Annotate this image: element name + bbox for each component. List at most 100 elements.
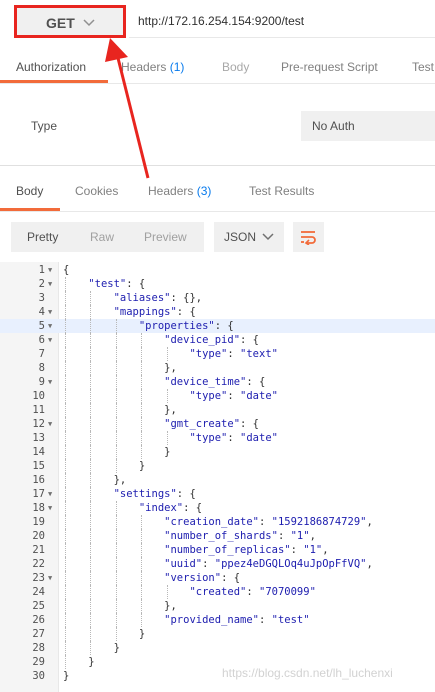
line-number: 7 (38, 348, 45, 360)
code-line: 19 "creation_date": "1592186874729", (0, 515, 435, 529)
line-number: 16 (32, 474, 45, 486)
tab-label: Body (16, 184, 44, 198)
code-line: 13 "type": "date" (0, 431, 435, 445)
code-text: "index": { (138, 502, 203, 514)
chevron-down-icon (83, 19, 95, 27)
view-mode-pretty[interactable]: Pretty (27, 230, 58, 244)
tab-label: Test Results (249, 184, 315, 198)
tab-headers[interactable]: Headers (1) (121, 60, 184, 74)
line-number: 11 (32, 404, 45, 416)
code-text: "settings": { (113, 488, 196, 500)
view-mode-preview[interactable]: Preview (144, 230, 187, 244)
code-line: 18 ▼ "index": { (0, 501, 435, 515)
request-tabs: Authorization Headers (1) Body Pre-reque… (0, 48, 435, 84)
line-number: 6 (38, 334, 45, 346)
tab-label: Headers (148, 184, 194, 198)
fold-toggle-icon[interactable]: ▼ (48, 501, 52, 515)
line-number: 12 (32, 418, 45, 430)
tab-pre-request-script[interactable]: Pre-request Script (281, 60, 378, 74)
method-label: GET (46, 15, 75, 31)
line-number: 19 (32, 516, 45, 528)
code-line: 1 ▼ { (0, 263, 435, 277)
auth-type-select[interactable]: No Auth (301, 111, 435, 141)
code-text: "number_of_replicas": "1", (164, 544, 329, 556)
code-line: 25 }, (0, 599, 435, 613)
line-number: 27 (32, 628, 45, 640)
code-text: "device_pid": { (164, 334, 259, 346)
code-text: "aliases": {}, (113, 292, 203, 304)
active-tab-underline (0, 208, 60, 211)
code-text: "number_of_shards": "1", (164, 530, 316, 542)
active-tab-underline (0, 80, 108, 83)
code-text: "type": "date" (189, 390, 278, 402)
tab-label: Headers (121, 60, 167, 74)
code-line: 8 }, (0, 361, 435, 375)
tab-label: Body (222, 60, 250, 74)
code-line: 11 }, (0, 403, 435, 417)
code-text: } (63, 642, 120, 654)
format-dropdown[interactable]: JSON (214, 222, 284, 252)
line-number: 2 (38, 278, 45, 290)
tab-cookies[interactable]: Cookies (75, 184, 118, 198)
line-number: 18 (32, 502, 45, 514)
wrap-lines-icon (301, 231, 316, 245)
view-mode-selector: Pretty Raw Preview (11, 222, 204, 252)
code-text: } (63, 628, 146, 640)
fold-toggle-icon[interactable]: ▼ (48, 277, 52, 291)
fold-toggle-icon[interactable]: ▼ (48, 571, 52, 585)
tab-tests[interactable]: Test (412, 60, 434, 74)
wrap-lines-button[interactable] (293, 222, 324, 252)
tab-count-badge: (1) (169, 60, 185, 74)
fold-toggle-icon[interactable]: ▼ (48, 305, 52, 319)
format-label: JSON (224, 230, 257, 244)
code-line: 4 ▼ "mappings": { (0, 305, 435, 319)
code-text: } (63, 670, 70, 682)
response-body-editor[interactable]: 1 ▼{2 ▼ "test": {3 "aliases": {}, 4 ▼ "mappi… (0, 262, 435, 692)
line-number: 15 (32, 460, 45, 472)
code-line: 21 "number_of_replicas": "1", (0, 543, 435, 557)
code-text: "creation_date": "1592186874729", (164, 516, 373, 528)
fold-toggle-icon[interactable]: ▼ (48, 319, 52, 333)
line-number: 17 (32, 488, 45, 500)
line-number: 22 (32, 558, 45, 570)
url-input[interactable]: http://172.16.254.154:9200/test (129, 6, 435, 38)
line-number: 8 (38, 362, 45, 374)
code-line: 15 } (0, 459, 435, 473)
code-text: "gmt_create": { (164, 418, 259, 430)
code-text: } (63, 460, 146, 472)
code-line: 16 }, (0, 473, 435, 487)
code-text: "type": "date" (189, 432, 278, 444)
tab-authorization[interactable]: Authorization (16, 60, 86, 74)
fold-toggle-icon[interactable]: ▼ (48, 263, 52, 277)
code-line: 26 "provided_name": "test" (0, 613, 435, 627)
line-number: 9 (38, 376, 45, 388)
code-line: 24 "created": "7070099" (0, 585, 435, 599)
fold-toggle-icon[interactable]: ▼ (48, 375, 52, 389)
method-dropdown[interactable]: GET (14, 5, 126, 38)
code-line: 5 ▼ "properties": { (0, 319, 435, 333)
tab-body[interactable]: Body (222, 60, 249, 74)
tab-response-headers[interactable]: Headers (3) (148, 184, 211, 198)
code-line: 9 ▼ "device_time": { (0, 375, 435, 389)
code-text: { (63, 264, 70, 276)
authorization-panel: Type No Auth (0, 84, 435, 166)
code-text: }, (63, 600, 177, 612)
fold-toggle-icon[interactable]: ▼ (48, 417, 52, 431)
code-line: 2 ▼ "test": { (0, 277, 435, 291)
line-number: 24 (32, 586, 45, 598)
code-line: 17 ▼ "settings": { (0, 487, 435, 501)
fold-toggle-icon[interactable]: ▼ (48, 333, 52, 347)
line-number: 1 (38, 264, 45, 276)
fold-toggle-icon[interactable]: ▼ (48, 487, 52, 501)
tab-test-results[interactable]: Test Results (249, 184, 314, 198)
line-number: 13 (32, 432, 45, 444)
line-number: 21 (32, 544, 45, 556)
tab-response-body[interactable]: Body (16, 184, 43, 198)
tab-label: Test (412, 60, 435, 74)
code-line: 28 } (0, 641, 435, 655)
view-mode-raw[interactable]: Raw (90, 230, 114, 244)
code-line: 7 "type": "text" (0, 347, 435, 361)
tab-label: Pre-request Script (281, 60, 378, 74)
line-number: 25 (32, 600, 45, 612)
line-number: 4 (38, 306, 45, 318)
